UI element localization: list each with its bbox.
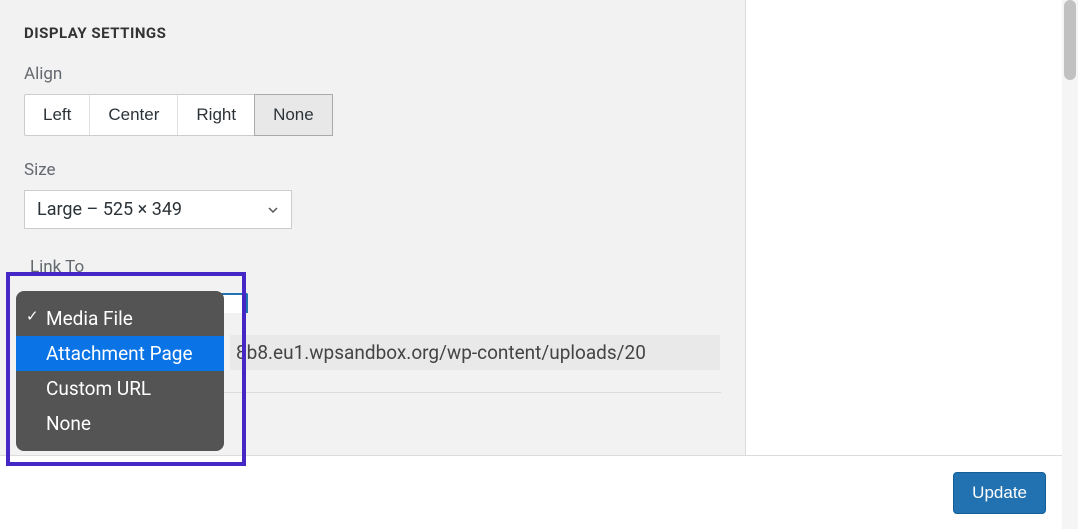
size-select-value: Large – 525 × 349 <box>37 199 182 220</box>
linkto-option-none[interactable]: None <box>16 406 224 441</box>
update-button[interactable]: Update <box>953 472 1046 514</box>
align-label: Align <box>24 64 721 84</box>
linkto-option-media-file[interactable]: Media File <box>16 301 224 336</box>
align-left-button[interactable]: Left <box>25 95 90 135</box>
linkto-url-input[interactable]: 8b8.eu1.wpsandbox.org/wp-content/uploads… <box>230 335 720 370</box>
display-settings-panel: DISPLAY SETTINGS Align Left Center Right… <box>0 0 745 455</box>
align-button-group: Left Center Right None <box>24 94 333 136</box>
size-select[interactable]: Large – 525 × 349 <box>24 190 292 229</box>
linkto-label: Link To <box>30 257 721 277</box>
scrollbar-vertical[interactable] <box>1062 0 1078 529</box>
section-heading: DISPLAY SETTINGS <box>24 24 721 42</box>
align-center-button[interactable]: Center <box>90 95 178 135</box>
modal-footer: Update <box>0 455 1062 529</box>
linkto-field: Link To Media File Attachment Page Custo… <box>24 257 721 393</box>
chevron-down-icon <box>267 204 279 216</box>
linkto-option-attachment-page[interactable]: Attachment Page <box>16 336 224 371</box>
linkto-dropdown-menu: Media File Attachment Page Custom URL No… <box>16 291 224 451</box>
align-none-button[interactable]: None <box>254 94 333 136</box>
size-field: Size Large – 525 × 349 <box>24 160 721 229</box>
align-right-button[interactable]: Right <box>178 95 255 135</box>
linkto-option-custom-url[interactable]: Custom URL <box>16 371 224 406</box>
size-label: Size <box>24 160 721 180</box>
scrollbar-thumb[interactable] <box>1064 0 1076 80</box>
panel-divider <box>745 0 751 455</box>
